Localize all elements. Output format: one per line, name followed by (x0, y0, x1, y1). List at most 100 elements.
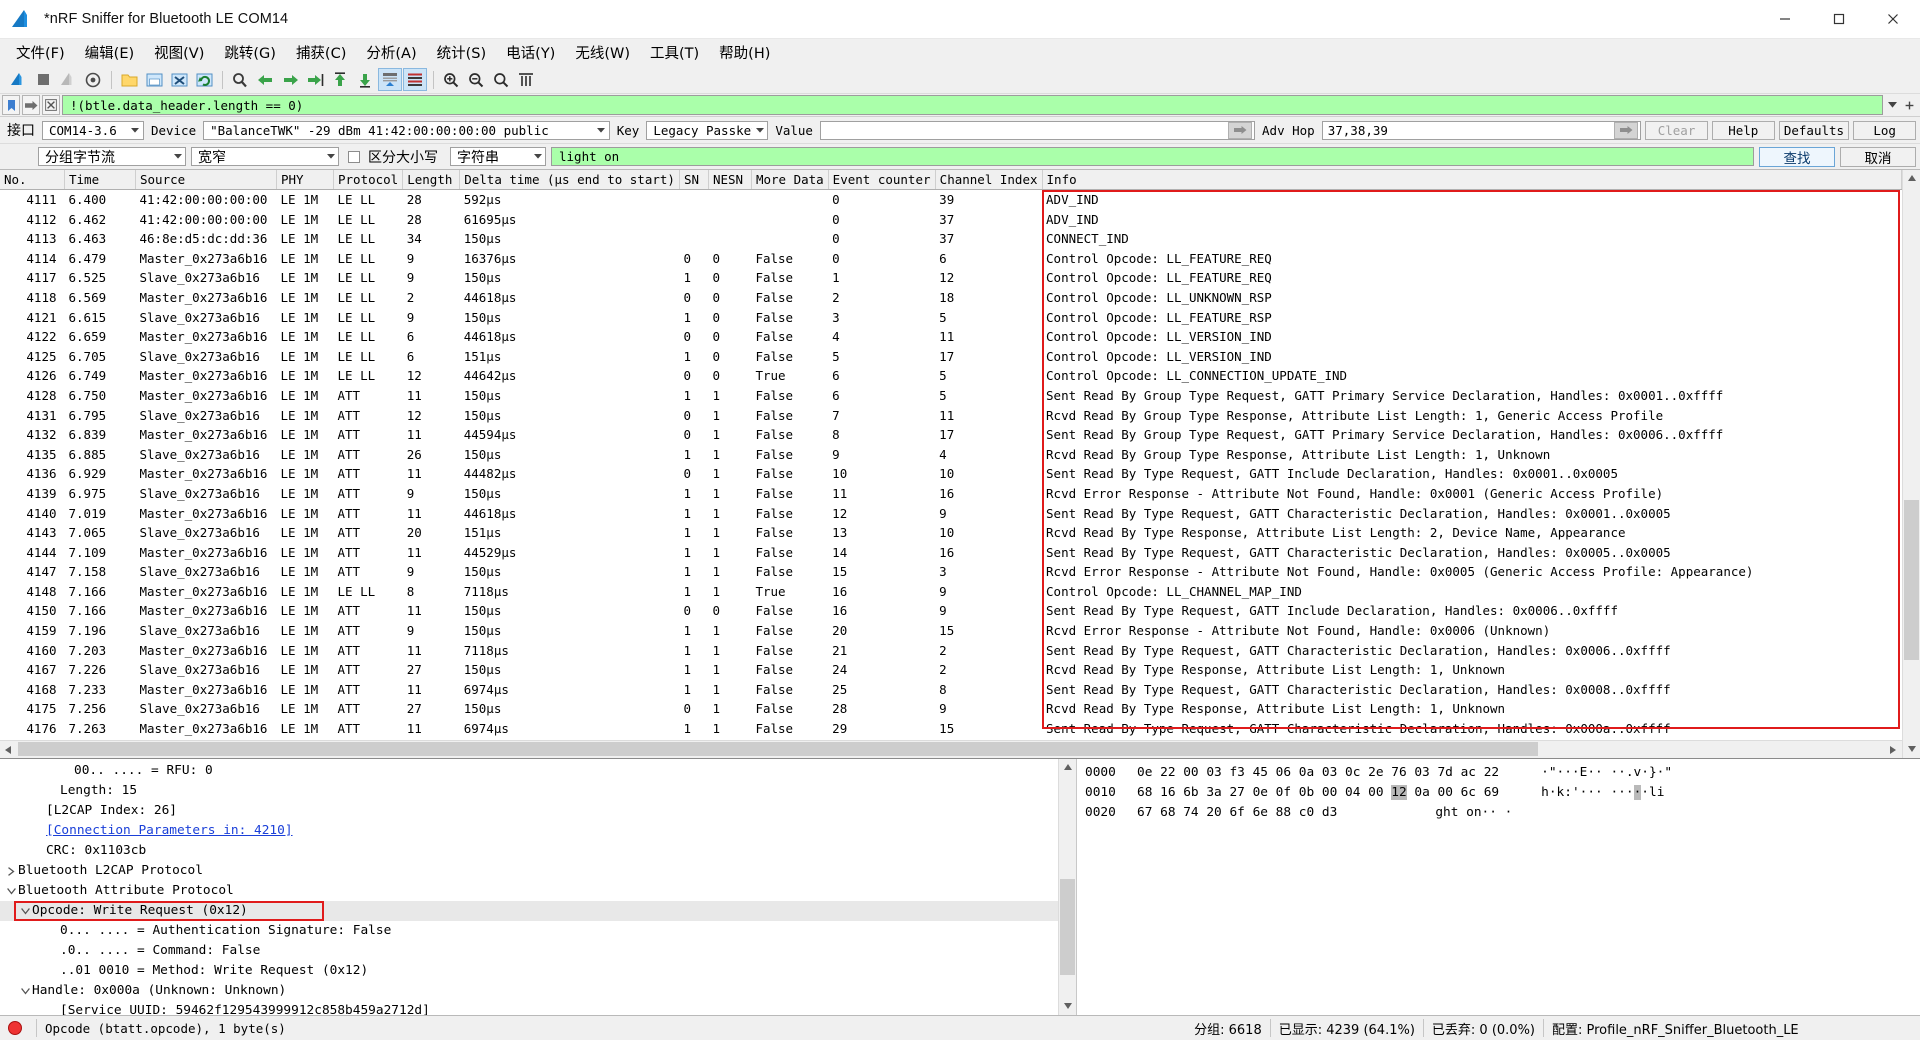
col-header-phy[interactable]: PHY (276, 170, 334, 190)
col-header-length[interactable]: Length (402, 170, 461, 190)
table-row[interactable]: 4114 6.479 Master_0x273a6b16 LE 1M LE LL 9 163… (0, 249, 1902, 269)
interface-select[interactable]: COM14-3.6 (42, 120, 144, 140)
col-header-source[interactable]: Source (135, 170, 277, 190)
apply-key-icon[interactable] (1228, 121, 1253, 139)
table-row[interactable]: 4176 7.263 Master_0x273a6b16 LE 1M ATT 11 6974… (0, 719, 1902, 739)
cancel-find-button[interactable]: 取消 (1840, 146, 1916, 167)
chevron-down-icon[interactable] (4, 887, 18, 895)
find-search-in-select[interactable]: 分组字节流 (38, 147, 186, 166)
table-row[interactable]: 4139 6.975 Slave_0x273a6b16 LE 1M ATT 9 150µs 1… (0, 484, 1902, 504)
apply-filter-icon[interactable] (22, 95, 40, 115)
table-row[interactable]: 4168 7.233 Master_0x273a6b16 LE 1M ATT 11 6974… (0, 680, 1902, 700)
vscroll-up-icon[interactable] (1059, 759, 1076, 776)
go-last-icon[interactable] (353, 68, 377, 91)
find-case-sensitive-checkbox[interactable]: 区分大小写 (344, 147, 445, 167)
filter-dropdown-icon[interactable] (1885, 97, 1900, 113)
table-row[interactable]: 4121 6.615 Slave_0x273a6b16 LE 1M LE LL 9 150µ… (0, 308, 1902, 328)
reload-icon[interactable] (192, 68, 216, 91)
table-row[interactable]: 4136 6.929 Master_0x273a6b16 LE 1M ATT 11 4448… (0, 464, 1902, 484)
zoom-out-icon[interactable] (464, 68, 488, 91)
capture-indicator[interactable] (0, 1016, 36, 1040)
find-query-input[interactable]: light on (551, 147, 1754, 166)
find-narrow-wide-select[interactable]: 宽窄 (191, 147, 339, 166)
table-row[interactable]: 4144 7.109 Master_0x273a6b16 LE 1M ATT 11 4452… (0, 543, 1902, 563)
close-button[interactable] (1866, 0, 1920, 38)
hscroll-left-icon[interactable] (0, 741, 17, 758)
find-button[interactable]: 查找 (1759, 146, 1835, 167)
resize-columns-icon[interactable] (514, 68, 538, 91)
bookmark-icon[interactable] (2, 95, 20, 115)
col-header-no[interactable]: No. (0, 170, 65, 190)
table-row[interactable]: 4147 7.158 Slave_0x273a6b16 LE 1M ATT 9 150µs 1… (0, 562, 1902, 582)
col-header-time[interactable]: Time (64, 170, 136, 190)
vscroll-thumb[interactable] (1060, 879, 1075, 975)
go-forward-icon[interactable] (278, 68, 302, 91)
table-row[interactable]: 4126 6.749 Master_0x273a6b16 LE 1M LE LL 12 44… (0, 366, 1902, 386)
save-file-icon[interactable] (142, 68, 166, 91)
detail-tree-row[interactable]: Handle: 0x000a (Unknown: Unknown) (0, 981, 1058, 1001)
chevron-down-icon[interactable] (18, 907, 32, 915)
menu-tools[interactable]: 工具(T) (640, 39, 709, 66)
key-value-input[interactable] (819, 120, 1256, 140)
packet-list-vscrollbar[interactable] (1902, 170, 1920, 758)
maximize-button[interactable] (1812, 0, 1866, 38)
col-header-delta[interactable]: Delta time (µs end to start) (459, 170, 680, 190)
packet-detail-pane[interactable]: 00.. .... = RFU: 0 Length: 15 [L2CAP Index… (0, 759, 1076, 1015)
vscroll-up-icon[interactable] (1903, 170, 1920, 187)
menu-file[interactable]: 文件(F) (6, 39, 75, 66)
chevron-right-icon[interactable] (4, 866, 18, 876)
colorize-icon[interactable] (403, 68, 427, 91)
status-profile[interactable]: 配置: Profile_nRF_Sniffer_Bluetooth_LE (1544, 1016, 1920, 1040)
detail-tree-row[interactable]: 0... .... = Authentication Signature: Fa… (0, 921, 1058, 941)
table-row[interactable]: 4148 7.166 Master_0x273a6b16 LE 1M LE LL 8 711… (0, 582, 1902, 602)
detail-tree-row[interactable]: Length: 15 (0, 781, 1058, 801)
table-row[interactable]: 4160 7.203 Master_0x273a6b16 LE 1M ATT 11 7118… (0, 641, 1902, 661)
detail-tree-row[interactable]: 00.. .... = RFU: 0 (0, 761, 1058, 781)
minimize-button[interactable] (1758, 0, 1812, 38)
menu-analyze[interactable]: 分析(A) (356, 39, 426, 66)
open-file-icon[interactable] (117, 68, 141, 91)
adv-hop-input[interactable]: 37,38,39 (1321, 120, 1642, 140)
apply-adv-hop-icon[interactable] (1614, 121, 1639, 139)
menu-telephony[interactable]: 电话(Y) (496, 39, 565, 66)
vscroll-thumb[interactable] (1904, 500, 1919, 660)
find-packet-icon[interactable] (228, 68, 252, 91)
detail-tree-row[interactable]: Bluetooth L2CAP Protocol (0, 861, 1058, 881)
packet-list[interactable]: No. Time Source PHY Protocol Length Delt… (0, 170, 1902, 740)
detail-tree-row[interactable]: Opcode: Write Request (0x12) (0, 901, 1058, 921)
menu-wireless[interactable]: 无线(W) (565, 39, 640, 66)
clear-filter-icon[interactable] (42, 95, 60, 115)
zoom-in-icon[interactable] (439, 68, 463, 91)
packet-list-hscrollbar[interactable] (0, 740, 1902, 758)
table-row[interactable]: 4113 6.463 46:8e:d5:dc:dd:36 LE 1M LE LL 34 15… (0, 229, 1902, 249)
restart-capture-icon[interactable] (56, 68, 80, 91)
table-row[interactable]: 4118 6.569 Master_0x273a6b16 LE 1M LE LL 2 446… (0, 288, 1902, 308)
log-button[interactable]: Log (1853, 120, 1916, 140)
table-row[interactable]: 4132 6.839 Master_0x273a6b16 LE 1M ATT 11 4459… (0, 425, 1902, 445)
detail-tree-row[interactable]: [Connection Parameters in: 4210] (0, 821, 1058, 841)
menu-statistics[interactable]: 统计(S) (427, 39, 497, 66)
detail-tree-label[interactable]: [Connection Parameters in: 4210] (46, 821, 293, 841)
find-type-select[interactable]: 字符串 (450, 147, 546, 166)
key-select[interactable]: Legacy Passkey (646, 120, 769, 140)
detail-tree-row[interactable]: Bluetooth Attribute Protocol (0, 881, 1058, 901)
capture-options-icon[interactable] (81, 68, 105, 91)
menu-view[interactable]: 视图(V) (144, 39, 214, 66)
table-row[interactable]: 4143 7.065 Slave_0x273a6b16 LE 1M ATT 20 151µs… (0, 523, 1902, 543)
table-row[interactable]: 4131 6.795 Slave_0x273a6b16 LE 1M ATT 12 150µs… (0, 406, 1902, 426)
go-to-packet-icon[interactable] (303, 68, 327, 91)
menu-help[interactable]: 帮助(H) (709, 39, 780, 66)
table-row[interactable]: 4135 6.885 Slave_0x273a6b16 LE 1M ATT 26 150µs… (0, 445, 1902, 465)
menu-go[interactable]: 跳转(G) (214, 39, 286, 66)
col-header-event[interactable]: Event counter (828, 170, 936, 190)
detail-tree-row[interactable]: ..01 0010 = Method: Write Request (0x12) (0, 961, 1058, 981)
table-row[interactable]: 4175 7.256 Slave_0x273a6b16 LE 1M ATT 27 150µs… (0, 699, 1902, 719)
col-header-channel[interactable]: Channel Index (935, 170, 1043, 190)
col-header-nesn[interactable]: NESN (708, 170, 752, 190)
detail-tree-row[interactable]: .0.. .... = Command: False (0, 941, 1058, 961)
packet-detail-tree[interactable]: 00.. .... = RFU: 0 Length: 15 [L2CAP Index… (0, 759, 1058, 1015)
stop-capture-icon[interactable] (31, 68, 55, 91)
hscroll-right-icon[interactable] (1885, 741, 1902, 758)
hscroll-thumb[interactable] (18, 742, 1538, 756)
table-row[interactable]: 4167 7.226 Slave_0x273a6b16 LE 1M ATT 27 150µs… (0, 660, 1902, 680)
